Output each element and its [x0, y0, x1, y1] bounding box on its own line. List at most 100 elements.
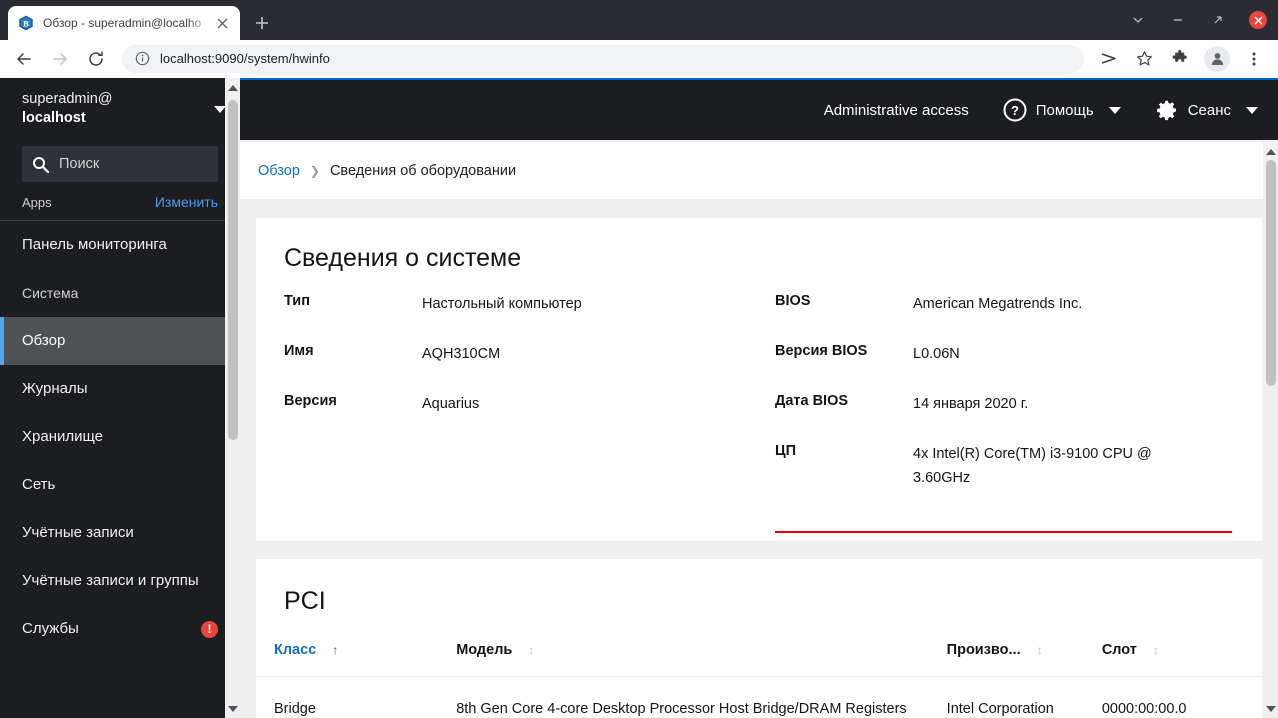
- triangle-down-icon[interactable]: [1263, 701, 1278, 716]
- browser-tab-title: Обзор - superadmin@localho: [43, 16, 202, 30]
- administrative-access-button[interactable]: Administrative access: [824, 102, 969, 119]
- info-key: BIOS: [775, 293, 811, 309]
- arrow-left-icon[interactable]: [9, 44, 39, 74]
- table-row[interactable]: Bridge 8th Gen Core 4-core Desktop Proce…: [256, 676, 1262, 718]
- search-icon: [32, 156, 49, 173]
- breadcrumb-root-link[interactable]: Обзор: [258, 163, 300, 179]
- sidebar-item-services[interactable]: Службы !: [0, 605, 240, 653]
- sidebar-item-label: Хранилище: [22, 427, 103, 445]
- sidebar-item-accounts-and-groups[interactable]: Учётные записи и группы: [0, 557, 240, 605]
- chevron-right-icon: ❯: [309, 163, 320, 178]
- help-menu-label: Помощь: [1035, 101, 1094, 119]
- help-circle-icon: ?: [1003, 98, 1027, 122]
- browser-toolbar: localhost:9090/system/hwinfo: [0, 40, 1278, 78]
- administrative-access-label: Administrative access: [823, 101, 969, 119]
- info-key: Дата BIOS: [775, 392, 849, 409]
- plus-icon[interactable]: [248, 9, 276, 37]
- sidebar-item-label: Панель мониторинга: [22, 235, 167, 253]
- gear-icon: [1155, 98, 1179, 122]
- column-header-class[interactable]: Класс ↑: [256, 641, 457, 677]
- sort-none-icon: ↕: [528, 642, 535, 657]
- sidebar-user-menu[interactable]: superadmin@ localhost: [0, 78, 240, 140]
- pci-table: Класс ↑ Модель ↕ Произво... ↕ Слот ↕ Bri…: [256, 641, 1262, 718]
- close-icon[interactable]: [212, 13, 232, 33]
- column-header-label: Класс: [274, 641, 317, 658]
- triangle-down-icon[interactable]: [225, 701, 240, 716]
- info-value: 4x Intel(R) Core(TM) i3-9100 CPU @ 3.60G…: [913, 445, 1152, 486]
- pci-table-body: Bridge 8th Gen Core 4-core Desktop Proce…: [256, 676, 1262, 718]
- sidebar-item-accounts[interactable]: Учётные записи: [0, 509, 240, 557]
- column-header-label: Слот: [1101, 641, 1137, 658]
- send-icon[interactable]: [1093, 44, 1123, 74]
- address-bar-url: localhost:9090/system/hwinfo: [160, 51, 330, 66]
- search-input[interactable]: Поиск: [22, 146, 218, 182]
- sidebar-item-logs[interactable]: Журналы: [0, 365, 240, 413]
- cell-model: 8th Gen Core 4-core Desktop Processor Ho…: [456, 700, 907, 717]
- system-info-grid: Тип Настольный компьютер Имя AQH310CM Ве…: [256, 293, 1262, 541]
- info-value: AQH310CM: [422, 345, 501, 362]
- column-header-vendor[interactable]: Произво... ↕: [946, 641, 1102, 677]
- sidebar-scrollbar[interactable]: [225, 78, 240, 718]
- sidebar-section-label: Система: [22, 285, 79, 301]
- sidebar-user: superadmin@ localhost: [22, 90, 208, 127]
- maximize-icon[interactable]: [1198, 0, 1238, 40]
- caret-down-icon: [1246, 106, 1258, 114]
- sort-asc-icon: ↑: [332, 642, 339, 657]
- sidebar-item-storage[interactable]: Хранилище: [0, 413, 240, 461]
- sidebar-item-label: Обзор: [22, 331, 66, 349]
- info-key: ЦП: [775, 442, 797, 459]
- info-key: Тип: [284, 293, 310, 309]
- sidebar-item-label: Службы: [22, 619, 79, 637]
- status-badge: !: [201, 620, 218, 638]
- breadcrumb-current: Сведения об оборудовании: [329, 162, 517, 179]
- sidebar-item-label: Журналы: [22, 379, 88, 397]
- svg-text:?: ?: [1011, 103, 1019, 118]
- cockpit-logo-icon: B: [18, 15, 34, 31]
- sidebar-item-dashboard[interactable]: Панель мониторинга: [0, 221, 240, 269]
- pci-card: PCI Класс ↑ Модель ↕ Произво... ↕ Слот ↕…: [256, 558, 1262, 718]
- address-bar[interactable]: localhost:9090/system/hwinfo: [122, 44, 1084, 73]
- sort-none-icon: ↕: [1036, 642, 1043, 657]
- puzzle-icon[interactable]: [1165, 44, 1195, 74]
- sidebar-apps-edit-link[interactable]: Изменить: [155, 194, 218, 210]
- help-menu[interactable]: ? Помощь: [1003, 98, 1121, 122]
- main-area: Administrative access ? Помощь Сеанс Обз…: [240, 78, 1278, 718]
- info-circle-icon[interactable]: [134, 51, 150, 67]
- column-header-label: Модель: [456, 641, 513, 658]
- info-row: Имя AQH310CM: [284, 343, 759, 367]
- triangle-up-icon[interactable]: [1263, 144, 1278, 159]
- pci-title: PCI: [284, 586, 326, 615]
- session-menu[interactable]: Сеанс: [1155, 98, 1258, 122]
- sidebar-user-name: superadmin@: [22, 91, 113, 108]
- info-row: Тип Настольный компьютер: [284, 293, 759, 317]
- arrow-right-icon[interactable]: [45, 44, 75, 74]
- sidebar-user-host: localhost: [22, 110, 86, 126]
- sidebar-item-network[interactable]: Сеть: [0, 461, 240, 509]
- person-icon[interactable]: [1204, 45, 1230, 72]
- window-close-button[interactable]: [1238, 0, 1278, 40]
- info-key: Имя: [284, 342, 314, 359]
- star-icon[interactable]: [1129, 44, 1159, 74]
- page-scrollbar-thumb[interactable]: [1266, 160, 1276, 386]
- close-icon: [1249, 11, 1267, 29]
- triangle-up-icon[interactable]: [225, 80, 240, 95]
- sort-none-icon: ↕: [1152, 642, 1159, 657]
- cpu-highlight-underline: [775, 530, 1232, 533]
- minimize-icon[interactable]: [1158, 0, 1198, 40]
- chevron-down-icon[interactable]: [1118, 0, 1158, 40]
- page-scrollbar[interactable]: [1263, 142, 1278, 718]
- sidebar-nav: Панель мониторинга Система Обзор Журналы…: [0, 221, 240, 653]
- reload-icon[interactable]: [81, 44, 111, 74]
- system-info-title: Сведения о системе: [284, 244, 522, 272]
- sidebar-scrollbar-thumb[interactable]: [228, 100, 238, 440]
- column-header-slot[interactable]: Слот ↕: [1101, 641, 1262, 677]
- column-header-model[interactable]: Модель ↕: [456, 641, 947, 677]
- system-info-right-column: BIOS American Megatrends Inc. Версия BIO…: [759, 293, 1234, 533]
- pci-table-head: Класс ↑ Модель ↕ Произво... ↕ Слот ↕: [256, 641, 1262, 677]
- info-value: L0.06N: [913, 345, 960, 362]
- breadcrumb: Обзор ❯ Сведения об оборудовании: [240, 142, 1278, 200]
- browser-tabstrip: B Обзор - superadmin@localho: [0, 0, 1278, 40]
- more-vertical-icon[interactable]: [1239, 44, 1269, 74]
- browser-tab[interactable]: B Обзор - superadmin@localho: [8, 6, 240, 40]
- sidebar-item-overview[interactable]: Обзор: [0, 317, 240, 365]
